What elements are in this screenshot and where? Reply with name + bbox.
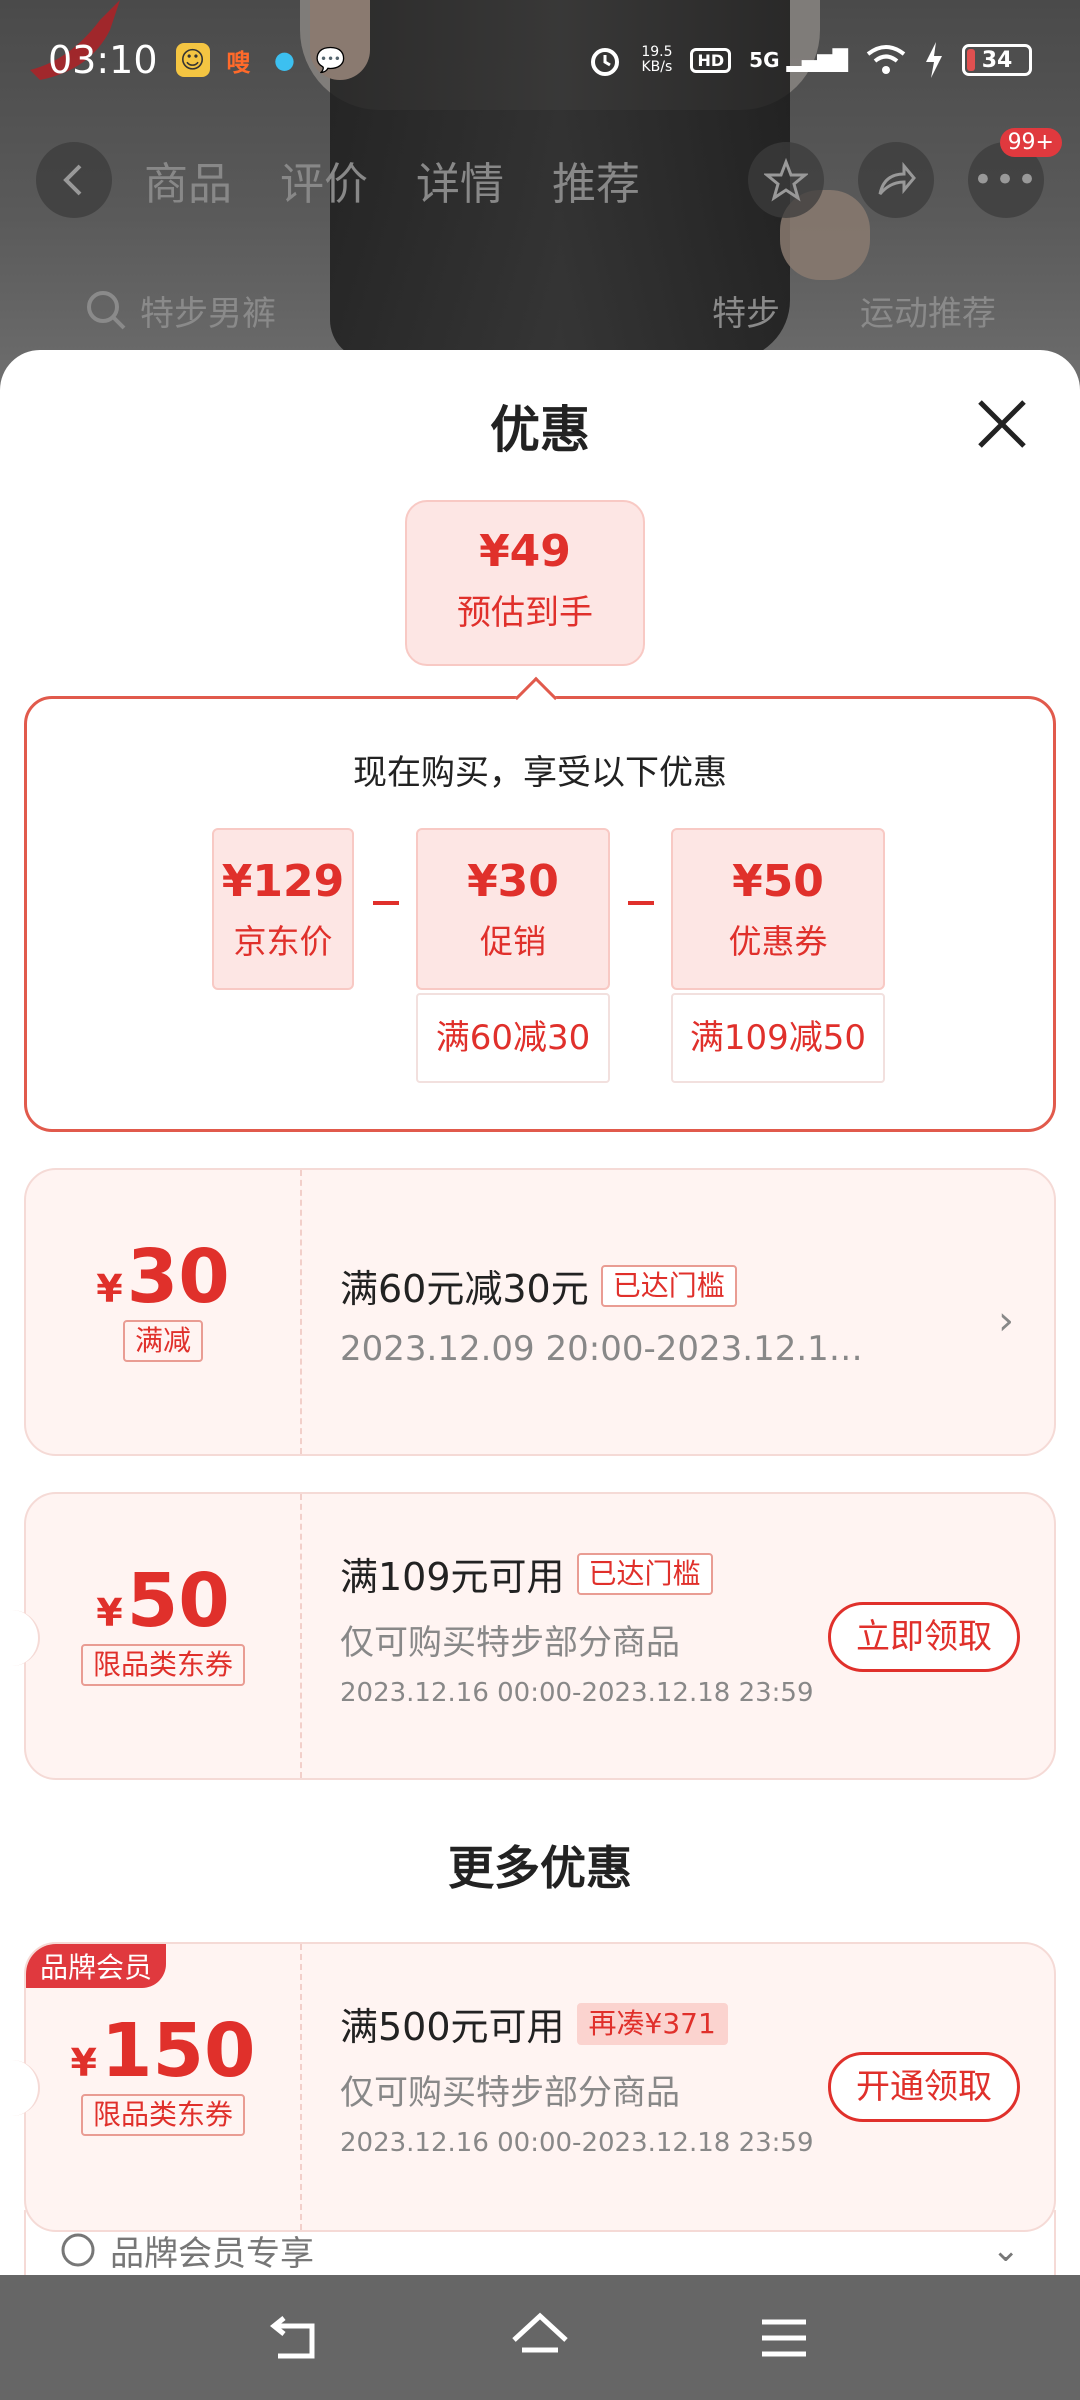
coupon-scope: 仅可购买特步部分商品: [340, 1623, 680, 1663]
wifi-icon: [866, 45, 906, 74]
discount-sheet: 优惠 ¥49 预估到手 现在购买，享受以下优惠 ¥129 京东价 ¥30 促销 …: [0, 350, 1080, 2275]
more-offers-title: 更多优惠: [448, 1841, 632, 1895]
chevron-right-icon: ›: [998, 1298, 1014, 1344]
member-coupon-row: 品牌会员 ¥150 限品类东券 满500元可用 再凑¥371 仅可购买特步部分商…: [12, 1942, 1056, 2232]
claim-now-button[interactable]: 立即领取: [828, 1602, 1020, 1672]
coupon-value-block: ¥30 满减: [26, 1170, 302, 1454]
manhua-icon: 嗖: [226, 48, 251, 77]
coupon-value-block: ¥50 限品类东券: [26, 1494, 302, 1778]
coupon-scope: 仅可购买特步部分商品: [340, 2073, 680, 2113]
estimated-label: 预估到手: [457, 593, 593, 633]
qq-penguin-icon: ☺: [175, 43, 210, 77]
tab-details[interactable]: 详情: [416, 148, 504, 212]
net-speed: 19.5 KB/s: [641, 44, 673, 75]
minus-sign: [373, 901, 399, 905]
estimated-price-box: ¥49 预估到手: [405, 500, 645, 666]
star-icon: [764, 158, 808, 202]
promo-condition: 满60减30: [416, 993, 610, 1083]
threshold-reached-badge: 已达门槛: [576, 1552, 713, 1595]
back-button[interactable]: [36, 142, 112, 218]
promo-card: ¥30 促销: [416, 828, 610, 990]
hd-icon: HD: [690, 47, 732, 73]
coupon-type: 限品类东券: [80, 2094, 245, 2136]
search-query: 特步男裤: [140, 293, 276, 334]
tab-product[interactable]: 商品: [144, 148, 232, 212]
coupon-card: ¥50 优惠券: [671, 828, 885, 990]
message-icon: 💬: [315, 46, 346, 74]
coupon-condition-text: 满500元可用: [340, 2005, 565, 2049]
category-coupon-row: ¥50 限品类东券 满109元可用 已达门槛 仅可购买特步部分商品 2023.1…: [12, 1492, 1056, 1780]
jd-price-card: ¥129 京东价: [212, 828, 354, 990]
status-bar: 03:10 ☺ 嗖 ● 💬 19.5 KB/s HD 5G ▂▄▆█ 34: [0, 0, 1080, 120]
back-arrow-icon[interactable]: [264, 2306, 328, 2370]
more-dots-icon: •••: [972, 160, 1040, 200]
share-icon: [878, 161, 916, 195]
coupon-value: 50: [126, 1558, 230, 1644]
coupon-date: 2023.12.09 20:00-2023.12.1…: [340, 1329, 863, 1369]
product-tabs: 商品 评价 详情 推荐: [144, 148, 640, 212]
share-button[interactable]: [858, 142, 934, 218]
coupon-condition-text: 满60元减30元: [340, 1267, 589, 1311]
system-nav-bar: [0, 2275, 1080, 2400]
sheet-title: 优惠: [490, 401, 590, 459]
member-exclusive-label: 品牌会员专享: [110, 2233, 314, 2274]
battery-icon: 34: [962, 44, 1032, 76]
tab-reviews[interactable]: 评价: [280, 148, 368, 212]
close-icon[interactable]: [974, 396, 1030, 452]
charging-icon: [926, 42, 942, 78]
menu-icon[interactable]: [752, 2306, 816, 2370]
coupon-condition: 满109减50: [671, 993, 885, 1083]
alarm-icon: [591, 48, 620, 76]
estimated-price: ¥49: [479, 526, 571, 577]
coupon-value-block: ¥150 限品类东券: [26, 1944, 302, 2230]
chevron-left-icon: [63, 164, 82, 196]
coupon-value: 150: [100, 2008, 256, 2094]
coupon-date: 2023.12.16 00:00-2023.12.18 23:59: [340, 1678, 814, 1708]
coupon-value: 30: [126, 1234, 230, 1320]
coupon-type: 满减: [122, 1320, 203, 1362]
minus-sign: [628, 901, 654, 905]
chevron-down-icon: ⌄: [991, 2230, 1021, 2270]
threshold-reached-badge: 已达门槛: [600, 1264, 737, 1307]
member-icon: [61, 2233, 95, 2267]
search-icon: [87, 291, 126, 330]
coupon-type: 限品类东券: [80, 1644, 245, 1686]
tab-recommend[interactable]: 推荐: [552, 148, 640, 212]
member-exclusive-row[interactable]: 品牌会员专享 ⌄: [24, 2210, 1056, 2275]
promo-coupon-row[interactable]: ¥30 满减 满60元减30元 已达门槛 2023.12.09 20:00-20…: [24, 1168, 1056, 1456]
search-tag[interactable]: 运动推荐: [860, 286, 996, 335]
search-tag[interactable]: 特步: [712, 286, 780, 335]
qq-icon: ●: [274, 46, 295, 74]
message-count-badge: 99+: [999, 128, 1062, 157]
activate-claim-button[interactable]: 开通领取: [828, 2052, 1020, 2122]
status-time: 03:10: [48, 38, 158, 82]
favorite-button[interactable]: [748, 142, 824, 218]
home-icon[interactable]: [508, 2306, 572, 2370]
coupon-date: 2023.12.16 00:00-2023.12.18 23:59: [340, 2128, 814, 2158]
breakdown-intro: 现在购买，享受以下优惠: [353, 753, 727, 793]
coupon-condition-text: 满109元可用: [340, 1555, 565, 1599]
remaining-amount-badge: 再凑¥371: [576, 2002, 728, 2045]
product-nav-bar: 商品 评价 详情 推荐 ••• 99+: [0, 128, 1080, 230]
search-bar[interactable]: 特步男裤 特步 运动推荐: [0, 270, 1080, 350]
network-5g-icon: 5G ▂▄▆█: [749, 48, 848, 72]
